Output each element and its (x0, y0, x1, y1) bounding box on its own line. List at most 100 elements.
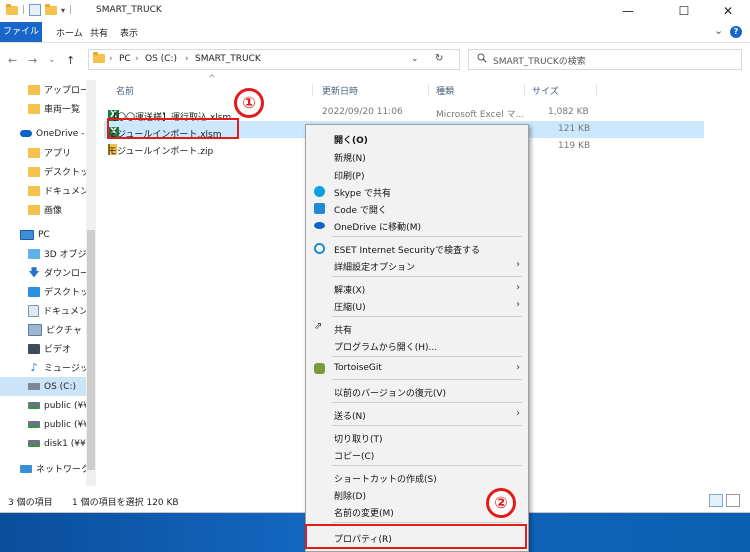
nav-item-label: 車両一覧 (44, 105, 81, 115)
column-divider[interactable] (312, 84, 313, 96)
download-icon: 🡇 (28, 265, 40, 279)
menu-item-label: 切り取り(T) (334, 435, 383, 445)
nav-item-downloads[interactable]: 🡇 ダウンロード (0, 263, 86, 282)
breadcrumb-separator: › (109, 54, 113, 64)
refresh-icon[interactable]: ↻ (435, 53, 443, 64)
nav-item-public-2[interactable]: public (¥¥ (0, 415, 86, 434)
nav-item-label: public (¥¥ (44, 400, 86, 411)
minimize-button[interactable]: — (606, 0, 650, 22)
menu-item-label: 送る(N) (334, 412, 366, 422)
column-header-type[interactable]: 種類 (436, 84, 454, 97)
menu-item-tortoisegit[interactable]: TortoiseGit › (306, 359, 528, 378)
nav-item-videos[interactable]: ビデオ (0, 339, 86, 358)
nav-item-desktop[interactable]: デスクトップ (0, 162, 86, 181)
menu-item-move-to-onedrive[interactable]: OneDrive に移動(M) (306, 216, 528, 235)
menu-item-label: Skype で共有 (334, 189, 392, 199)
menu-item-copy[interactable]: コピー(C) (306, 445, 528, 464)
new-folder-icon[interactable] (45, 3, 58, 15)
nav-item-upload[interactable]: アップロード (0, 80, 86, 99)
nav-item-label: 画像 (44, 206, 63, 216)
nav-item-images[interactable]: 画像 (0, 200, 86, 219)
nav-item-pc[interactable]: PC (0, 225, 86, 244)
submenu-arrow-icon: › (516, 362, 520, 373)
menu-item-label: 新規(N) (334, 154, 366, 164)
menu-separator (332, 379, 522, 380)
nav-item-network[interactable]: ネットワーク (0, 459, 86, 478)
scrollbar-thumb[interactable] (87, 230, 95, 470)
expand-ribbon-icon[interactable]: ⌄ (714, 24, 723, 37)
breadcrumb-os-drive[interactable]: OS (C:) (145, 54, 177, 64)
column-divider[interactable] (596, 84, 597, 96)
column-header-name[interactable]: 名前 (116, 84, 134, 97)
folder-icon (93, 52, 105, 63)
nav-item-public-1[interactable]: public (¥¥ (0, 396, 86, 415)
menu-separator (332, 356, 522, 357)
nav-item-desktop-pc[interactable]: デスクトップ (0, 282, 86, 301)
menu-item-send-to[interactable]: 送る(N) › (306, 405, 528, 424)
selection-info: 1 個の項目を選択 120 KB (72, 498, 179, 508)
address-row: ← → ⌄ ↑ › PC › OS (C:) › SMART_TRUCK ⌄ ↻… (0, 45, 750, 73)
window-title: SMART_TRUCK (96, 5, 162, 15)
nav-item-label: アップロード (44, 86, 86, 96)
menu-item-compress[interactable]: 圧縮(U) › (306, 296, 528, 315)
nav-item-documents-pc[interactable]: ドキュメント (0, 301, 86, 320)
details-view-button[interactable] (709, 494, 723, 507)
column-header-date[interactable]: 更新日時 (322, 84, 358, 97)
pc-icon (20, 229, 34, 240)
search-box[interactable]: SMART_TRUCKの検索 (468, 49, 742, 70)
folder-icon (28, 204, 40, 215)
column-divider[interactable] (428, 84, 429, 96)
nav-item-pictures[interactable]: ピクチャ (0, 320, 86, 339)
folder-icon (6, 3, 18, 15)
submenu-arrow-icon: › (516, 408, 520, 419)
nav-item-label: デスクトップ (44, 168, 86, 178)
nav-item-vehicle-list[interactable]: 車両一覧 (0, 99, 86, 118)
tab-home[interactable]: ホーム (56, 26, 83, 39)
forward-button[interactable]: → (28, 54, 37, 67)
column-divider[interactable] (524, 84, 525, 96)
close-button[interactable]: ✕ (706, 0, 750, 22)
large-icons-view-button[interactable] (726, 494, 740, 507)
nav-scrollbar[interactable] (86, 80, 96, 486)
tab-file[interactable]: ファイル (0, 22, 42, 42)
help-icon[interactable]: ? (730, 26, 742, 38)
submenu-arrow-icon: › (516, 259, 520, 270)
menu-item-label: 開く(O) (334, 136, 368, 146)
nav-item-apps[interactable]: アプリ (0, 143, 86, 162)
nav-item-os-drive[interactable]: OS (C:) (0, 377, 86, 396)
network-drive-icon (28, 440, 40, 447)
recent-locations-icon[interactable]: ⌄ (48, 55, 56, 65)
nav-item-onedrive[interactable]: OneDrive - (0, 124, 86, 143)
menu-item-label: 共有 (334, 326, 353, 336)
folder-icon (28, 185, 40, 196)
breadcrumb-pc[interactable]: PC (119, 54, 131, 64)
menu-item-label: ショートカットの作成(S) (334, 475, 437, 485)
nav-item-music[interactable]: ♪ ミュージック (0, 358, 86, 377)
desktop-icon (28, 286, 40, 297)
menu-item-restore-previous[interactable]: 以前のバージョンの復元(V) (306, 382, 528, 401)
nav-item-3d-objects[interactable]: 3D オブジェ (0, 244, 86, 263)
nav-item-documents[interactable]: ドキュメント (0, 181, 86, 200)
file-name-text: モジュールインポート.zip (108, 147, 214, 157)
back-button[interactable]: ← (8, 54, 17, 67)
nav-item-disk1[interactable]: disk1 (¥¥1 (0, 434, 86, 453)
step2-marker: ② (486, 488, 516, 518)
menu-item-new[interactable]: 新規(N) (306, 147, 528, 166)
address-dropdown-icon[interactable]: ⌄ (411, 54, 419, 64)
tab-share[interactable]: 共有 (90, 26, 108, 39)
step1-marker: ① (234, 88, 264, 118)
menu-item-open-with[interactable]: プログラムから開く(H)... (306, 336, 528, 355)
title-bar: | ▾ | SMART_TRUCK — ☐ ✕ (0, 0, 750, 22)
menu-item-advanced-options[interactable]: 詳細設定オプション › (306, 256, 528, 275)
tab-view[interactable]: 表示 (120, 26, 138, 39)
properties-icon[interactable] (29, 4, 42, 16)
nav-item-label: ビデオ (44, 345, 72, 355)
menu-item-open[interactable]: 開く(O) (306, 129, 528, 148)
up-button[interactable]: ↑ (66, 54, 75, 67)
customize-toolbar-icon[interactable]: ▾ (61, 6, 65, 15)
breadcrumb-smart-truck[interactable]: SMART_TRUCK (195, 54, 261, 64)
nav-item-label: ダウンロード (44, 269, 86, 279)
column-header-size[interactable]: サイズ (532, 84, 559, 97)
address-bar[interactable]: › PC › OS (C:) › SMART_TRUCK ⌄ ↻ (88, 49, 460, 70)
maximize-button[interactable]: ☐ (662, 0, 706, 22)
